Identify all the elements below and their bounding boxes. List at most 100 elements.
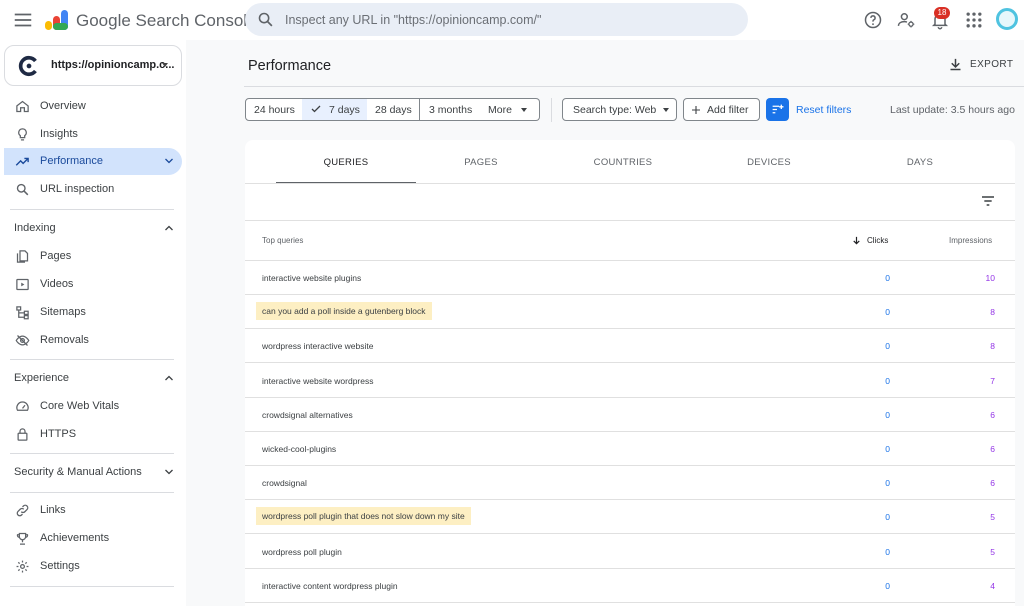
clicks-cell: 0	[885, 341, 890, 352]
table-row[interactable]: crowdsignal alternatives 0 6	[245, 398, 1015, 432]
table-row[interactable]: crowdsignal 0 6	[245, 466, 1015, 501]
header-divider	[244, 86, 1024, 87]
range-more-dropdown[interactable]: More	[480, 98, 540, 121]
sidebar-item-pages[interactable]: Pages	[4, 243, 182, 270]
top-bar: Google Search Console 18	[0, 0, 1024, 40]
sidebar-item-label: Performance	[40, 155, 103, 167]
column-header-label: Clicks	[867, 236, 889, 245]
trophy-icon	[15, 531, 30, 546]
property-selector[interactable]: https://opinioncamp.c...	[4, 45, 182, 86]
sidebar-item-label: Overview	[40, 100, 86, 112]
table-row[interactable]: wordpress interactive website 0 8	[245, 329, 1015, 364]
chevron-down-icon	[163, 466, 175, 478]
table-row[interactable]: interactive website plugins 0 10	[245, 261, 1015, 295]
column-header-impressions[interactable]: Impressions	[949, 236, 992, 245]
sidebar-item-settings[interactable]: Settings	[4, 553, 182, 580]
link-icon	[15, 503, 30, 518]
manage-users-icon[interactable]	[896, 10, 916, 30]
chevron-up-icon	[163, 372, 175, 384]
video-icon	[15, 277, 30, 292]
table-row[interactable]: wordpress poll plugin 0 5	[245, 535, 1015, 569]
sidebar-item-overview[interactable]: Overview	[4, 93, 182, 120]
filter-rows-icon[interactable]	[980, 193, 996, 209]
trending-up-icon	[15, 154, 30, 169]
sidebar-item-label: Achievements	[40, 532, 110, 544]
query-cell: can you add a poll inside a gutenberg bl…	[256, 302, 432, 321]
url-inspection-search[interactable]	[245, 3, 748, 36]
tab-devices[interactable]: DEVICES	[699, 140, 839, 184]
sidebar-item-sitemaps[interactable]: Sitemaps	[4, 299, 182, 326]
column-header-clicks[interactable]: Clicks	[851, 235, 891, 247]
sidebar-item-url-inspection[interactable]: URL inspection	[4, 176, 182, 203]
table-row[interactable]: can you add a poll inside a gutenberg bl…	[245, 295, 1015, 330]
avatar[interactable]	[996, 8, 1018, 30]
section-label: Experience	[14, 372, 70, 384]
caret-down-icon	[521, 108, 527, 112]
sidebar-divider	[10, 453, 174, 454]
column-header-top-queries[interactable]: Top queries	[262, 236, 303, 245]
toolbar-divider	[245, 220, 1015, 221]
home-icon	[15, 99, 30, 114]
reset-filters-link[interactable]: Reset filters	[796, 104, 851, 116]
add-filter-label: Add filter	[707, 104, 749, 116]
sidebar: https://opinioncamp.c... Overview Insigh…	[0, 40, 186, 606]
sidebar-item-achievements[interactable]: Achievements	[4, 525, 182, 552]
sidebar-section-experience[interactable]: Experience	[0, 366, 186, 390]
clicks-cell: 0	[885, 273, 890, 283]
range-24-hours-button[interactable]: 24 hours	[245, 98, 303, 121]
search-icon	[257, 11, 274, 28]
search-type-label: Search type: Web	[573, 104, 657, 116]
visibility-off-icon	[15, 333, 30, 348]
tab-days[interactable]: DAYS	[850, 140, 990, 184]
help-icon[interactable]	[863, 10, 883, 30]
property-url: https://opinioncamp.c...	[51, 59, 175, 71]
sidebar-section-indexing[interactable]: Indexing	[0, 216, 186, 240]
query-cell: interactive website plugins	[262, 273, 362, 283]
sidebar-item-label: Removals	[40, 334, 89, 346]
add-filter-button[interactable]: Add filter	[683, 98, 760, 121]
section-label: Security & Manual Actions	[14, 466, 142, 478]
impressions-cell: 6	[990, 478, 995, 489]
search-type-dropdown[interactable]: Search type: Web	[562, 98, 677, 121]
apps-icon[interactable]	[964, 10, 984, 30]
tab-queries[interactable]: QUERIES	[276, 140, 416, 184]
range-7-days-button[interactable]: 7 days	[302, 98, 368, 121]
tab-countries[interactable]: COUNTRIES	[553, 140, 693, 184]
sidebar-item-label: HTTPS	[40, 428, 77, 440]
sidebar-item-links[interactable]: Links	[4, 497, 182, 524]
app-title: Google Search Console	[76, 11, 257, 30]
check-icon	[310, 103, 322, 115]
sidebar-item-label: Pages	[40, 250, 72, 262]
range-28-days-button[interactable]: 28 days	[367, 98, 420, 121]
download-icon	[950, 58, 961, 71]
impressions-cell: 10	[985, 273, 995, 283]
tab-pages[interactable]: PAGES	[411, 140, 551, 184]
sidebar-item-insights[interactable]: Insights	[4, 121, 182, 148]
notification-count-badge: 18	[934, 7, 950, 19]
table-row[interactable]: wicked-cool-plugins 0 6	[245, 432, 1015, 466]
sidebar-item-core-web-vitals[interactable]: Core Web Vitals	[4, 393, 182, 420]
range-3-months-button[interactable]: 3 months	[420, 98, 481, 121]
filter-settings-icon[interactable]	[766, 98, 789, 121]
query-cell: wordpress interactive website	[262, 341, 374, 352]
sidebar-section-security[interactable]: Security & Manual Actions	[0, 460, 186, 484]
search-console-logo	[44, 8, 70, 32]
sort-descending-icon	[853, 236, 860, 245]
table-row[interactable]: interactive website wordpress 0 7	[245, 364, 1015, 398]
menu-icon[interactable]	[12, 9, 34, 31]
export-label: EXPORT	[970, 59, 1014, 70]
search-input[interactable]	[285, 3, 735, 36]
table-row[interactable]: interactive content wordpress plugin 0 4	[245, 569, 1015, 603]
sidebar-item-https[interactable]: HTTPS	[4, 421, 182, 448]
sidebar-divider	[10, 209, 174, 210]
query-cell: crowdsignal	[262, 478, 307, 489]
impressions-cell: 6	[990, 409, 995, 420]
query-cell: crowdsignal alternatives	[262, 409, 353, 420]
range-label: 28 days	[375, 104, 412, 116]
table-row[interactable]: wordpress poll plugin that does not slow…	[245, 500, 1015, 535]
sidebar-item-performance[interactable]: Performance	[4, 148, 182, 175]
tabs-divider	[245, 183, 1015, 184]
sidebar-item-videos[interactable]: Videos	[4, 271, 182, 298]
sidebar-item-removals[interactable]: Removals	[4, 327, 182, 354]
section-label: Indexing	[14, 222, 56, 234]
